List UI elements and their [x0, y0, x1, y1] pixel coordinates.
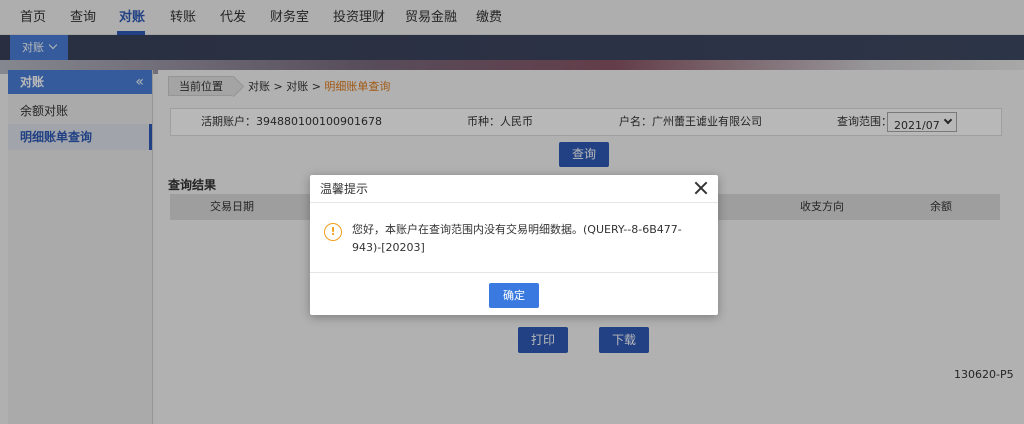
dialog-body: ! 您好，本账户在查询范围内没有交易明细数据。(QUERY--8-6B477-9… — [310, 203, 718, 273]
dialog-header: 温馨提示 — [310, 175, 718, 203]
confirm-button[interactable]: 确定 — [489, 283, 539, 308]
close-icon[interactable] — [694, 181, 708, 195]
dialog-message: 您好，本账户在查询范围内没有交易明细数据。(QUERY--8-6B477-943… — [352, 223, 682, 254]
warning-icon: ! — [324, 223, 342, 241]
alert-dialog: 温馨提示 ! 您好，本账户在查询范围内没有交易明细数据。(QUERY--8-6B… — [310, 175, 718, 315]
dialog-title: 温馨提示 — [320, 182, 369, 196]
